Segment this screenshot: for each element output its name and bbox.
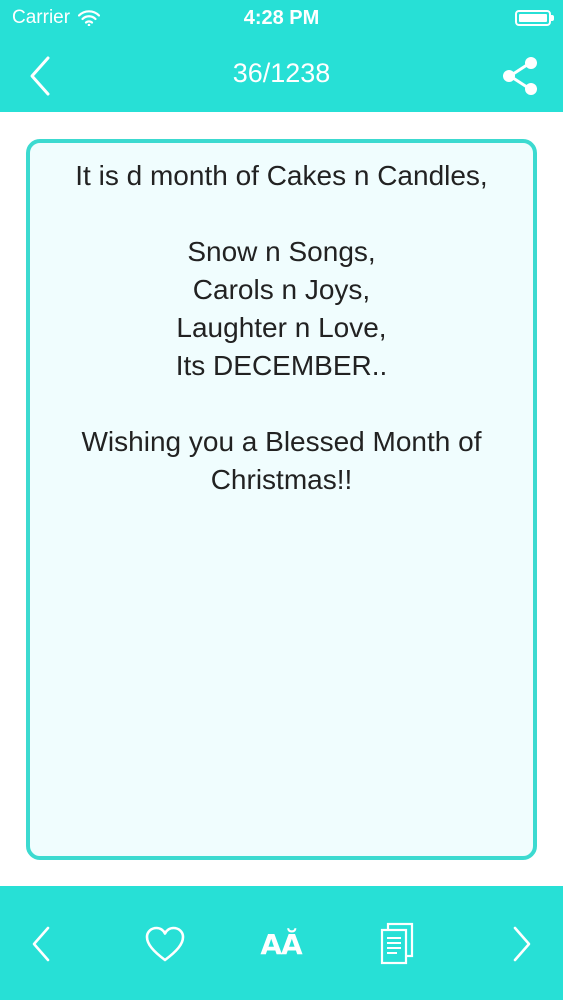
font-size-label: AĂ <box>260 927 302 961</box>
status-bar: Carrier 4:28 PM <box>0 0 563 38</box>
navigation-bar: 36/1238 <box>0 38 563 112</box>
message-line: Laughter n Love, <box>176 312 387 343</box>
bottom-toolbar: AĂ <box>0 886 563 1000</box>
next-button[interactable] <box>494 916 550 972</box>
heart-icon <box>145 926 185 962</box>
battery-icon <box>515 10 554 26</box>
favorite-button[interactable] <box>137 916 193 972</box>
document-icon <box>380 922 414 965</box>
message-line: Carols n Joys, <box>192 274 371 305</box>
copy-button[interactable] <box>369 916 425 972</box>
chevron-right-icon <box>513 926 531 962</box>
share-button[interactable] <box>499 54 543 98</box>
previous-button[interactable] <box>13 916 69 972</box>
message-line: It is d month of Cakes n Candles, <box>75 160 488 191</box>
message-line: Its DECEMBER.. <box>175 350 388 381</box>
message-line: Wishing you a Blessed Month of Christmas… <box>81 426 482 495</box>
chevron-left-icon <box>32 926 50 962</box>
message-card: It is d month of Cakes n Candles, Snow n… <box>26 139 537 860</box>
font-size-button[interactable]: AĂ <box>253 916 309 972</box>
status-time: 4:28 PM <box>243 7 320 29</box>
share-icon <box>503 57 537 95</box>
top-bar: Carrier 4:28 PM 36/1238 <box>0 0 563 112</box>
page-title: 36/1238 <box>232 58 331 88</box>
message-line: Snow n Songs, <box>187 236 376 267</box>
